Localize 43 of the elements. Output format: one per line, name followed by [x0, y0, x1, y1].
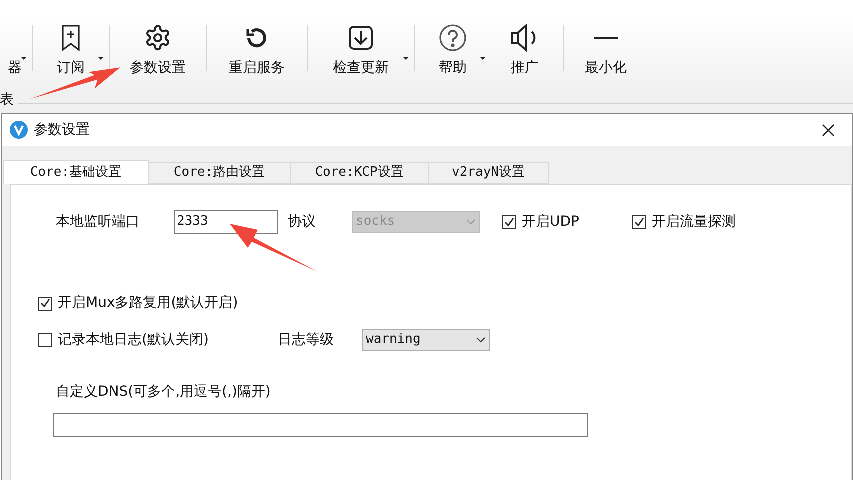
caret-icon[interactable] — [21, 57, 27, 60]
field-label: 自定义DNS(可多个,用逗号(,)隔开) — [56, 383, 272, 402]
field-label: 日志等级 — [278, 330, 335, 350]
dialog-title: 参数设置 — [34, 120, 90, 140]
toolbar-button[interactable]: 重启服务 — [209, 20, 305, 80]
checkbox[interactable] — [632, 215, 646, 229]
toolbar-button[interactable]: 帮助 — [417, 20, 489, 80]
caret-icon[interactable] — [480, 57, 486, 60]
app-logo-icon — [10, 121, 28, 139]
caret-icon[interactable] — [98, 57, 104, 60]
checkbox[interactable] — [38, 333, 52, 347]
port-input[interactable]: 2333 — [174, 210, 278, 234]
tab[interactable]: v2rayN设置 — [428, 162, 549, 184]
bookmark-plus-icon — [61, 25, 81, 51]
toolbar-button[interactable]: 推广 — [489, 20, 561, 80]
download-icon — [348, 25, 374, 51]
refresh-icon — [245, 26, 269, 50]
tab[interactable]: Core:路由设置 — [148, 162, 291, 184]
field-label: 协议 — [288, 212, 317, 232]
minimize-icon — [594, 36, 618, 40]
checkbox[interactable] — [38, 296, 52, 310]
chevron-down-icon — [476, 337, 486, 343]
field-label: 本地监听端口 — [56, 212, 141, 232]
close-icon[interactable] — [822, 124, 835, 136]
dns-input[interactable] — [53, 413, 588, 437]
checkbox-label: 开启流量探测 — [652, 212, 736, 232]
checkbox[interactable] — [502, 215, 516, 229]
settings-icon — [144, 24, 172, 52]
checkbox-label: 记录本地日志(默认关闭) — [58, 330, 209, 350]
toolbar-button[interactable]: 订阅 — [35, 20, 107, 80]
toolbar-button[interactable]: 参数设置 — [112, 20, 204, 80]
checkbox-label: 开启Mux多路复用(默认开启) — [58, 294, 238, 313]
caret-icon[interactable] — [403, 57, 409, 60]
toolbar-button[interactable]: 器 — [0, 20, 30, 80]
toolbar-button[interactable]: 检查更新 — [310, 20, 412, 80]
dropdown[interactable]: warning — [362, 329, 490, 351]
toolbar-button[interactable]: 最小化 — [566, 20, 646, 80]
chevron-down-icon — [466, 219, 476, 225]
help-icon — [439, 24, 467, 52]
tab[interactable]: Core:KCP设置 — [290, 162, 429, 184]
checkbox-label: 开启UDP — [522, 212, 580, 232]
section-label: 表 — [0, 94, 14, 106]
tab[interactable]: Core:基础设置 — [3, 160, 149, 184]
